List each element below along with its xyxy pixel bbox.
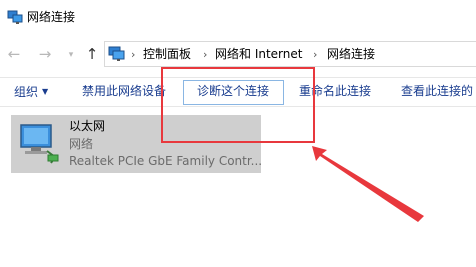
network-connections-icon xyxy=(7,10,23,24)
control-panel-icon xyxy=(108,46,125,61)
annotation-arrow-shape xyxy=(312,146,424,222)
forward-arrow-icon[interactable]: → xyxy=(36,44,54,64)
network-connections-window: 网络连接 ← → ▾ ↑ › 控制面板 › 网络和 Internet › 网络连… xyxy=(0,0,476,267)
window-title: 网络连接 xyxy=(27,10,76,24)
organize-menu[interactable]: 组织 ▼ xyxy=(14,84,48,100)
navigation-row: ← → ▾ ↑ › 控制面板 › 网络和 Internet › 网络连接 xyxy=(0,38,476,70)
view-connection-status-button[interactable]: 查看此连接的 xyxy=(401,84,473,99)
ethernet-adapter-icon xyxy=(20,124,59,164)
breadcrumb-network-internet[interactable]: 网络和 Internet xyxy=(215,47,302,62)
up-arrow-icon[interactable]: ↑ xyxy=(83,44,101,64)
breadcrumb-separator-icon: › xyxy=(203,48,208,61)
chevron-down-icon[interactable]: ▾ xyxy=(62,45,80,65)
chevron-down-icon: ▼ xyxy=(42,87,49,96)
breadcrumb-control-panel[interactable]: 控制面板 xyxy=(143,47,191,62)
annotation-highlight-box xyxy=(161,67,315,143)
breadcrumb-separator-icon: › xyxy=(131,48,136,61)
breadcrumb-separator-icon: › xyxy=(313,48,318,61)
connection-status: 网络 xyxy=(69,137,94,151)
breadcrumb-network-connections[interactable]: 网络连接 xyxy=(327,47,375,62)
connection-adapter: Realtek PCIe GbE Family Contr... xyxy=(69,154,263,168)
connection-name: 以太网 xyxy=(69,119,106,133)
back-arrow-icon[interactable]: ← xyxy=(5,44,23,64)
title-bar: 网络连接 xyxy=(0,0,476,34)
disable-device-button[interactable]: 禁用此网络设备 xyxy=(82,84,166,99)
address-bar[interactable]: › 控制面板 › 网络和 Internet › 网络连接 xyxy=(104,41,476,67)
organize-label: 组织 xyxy=(14,85,39,99)
